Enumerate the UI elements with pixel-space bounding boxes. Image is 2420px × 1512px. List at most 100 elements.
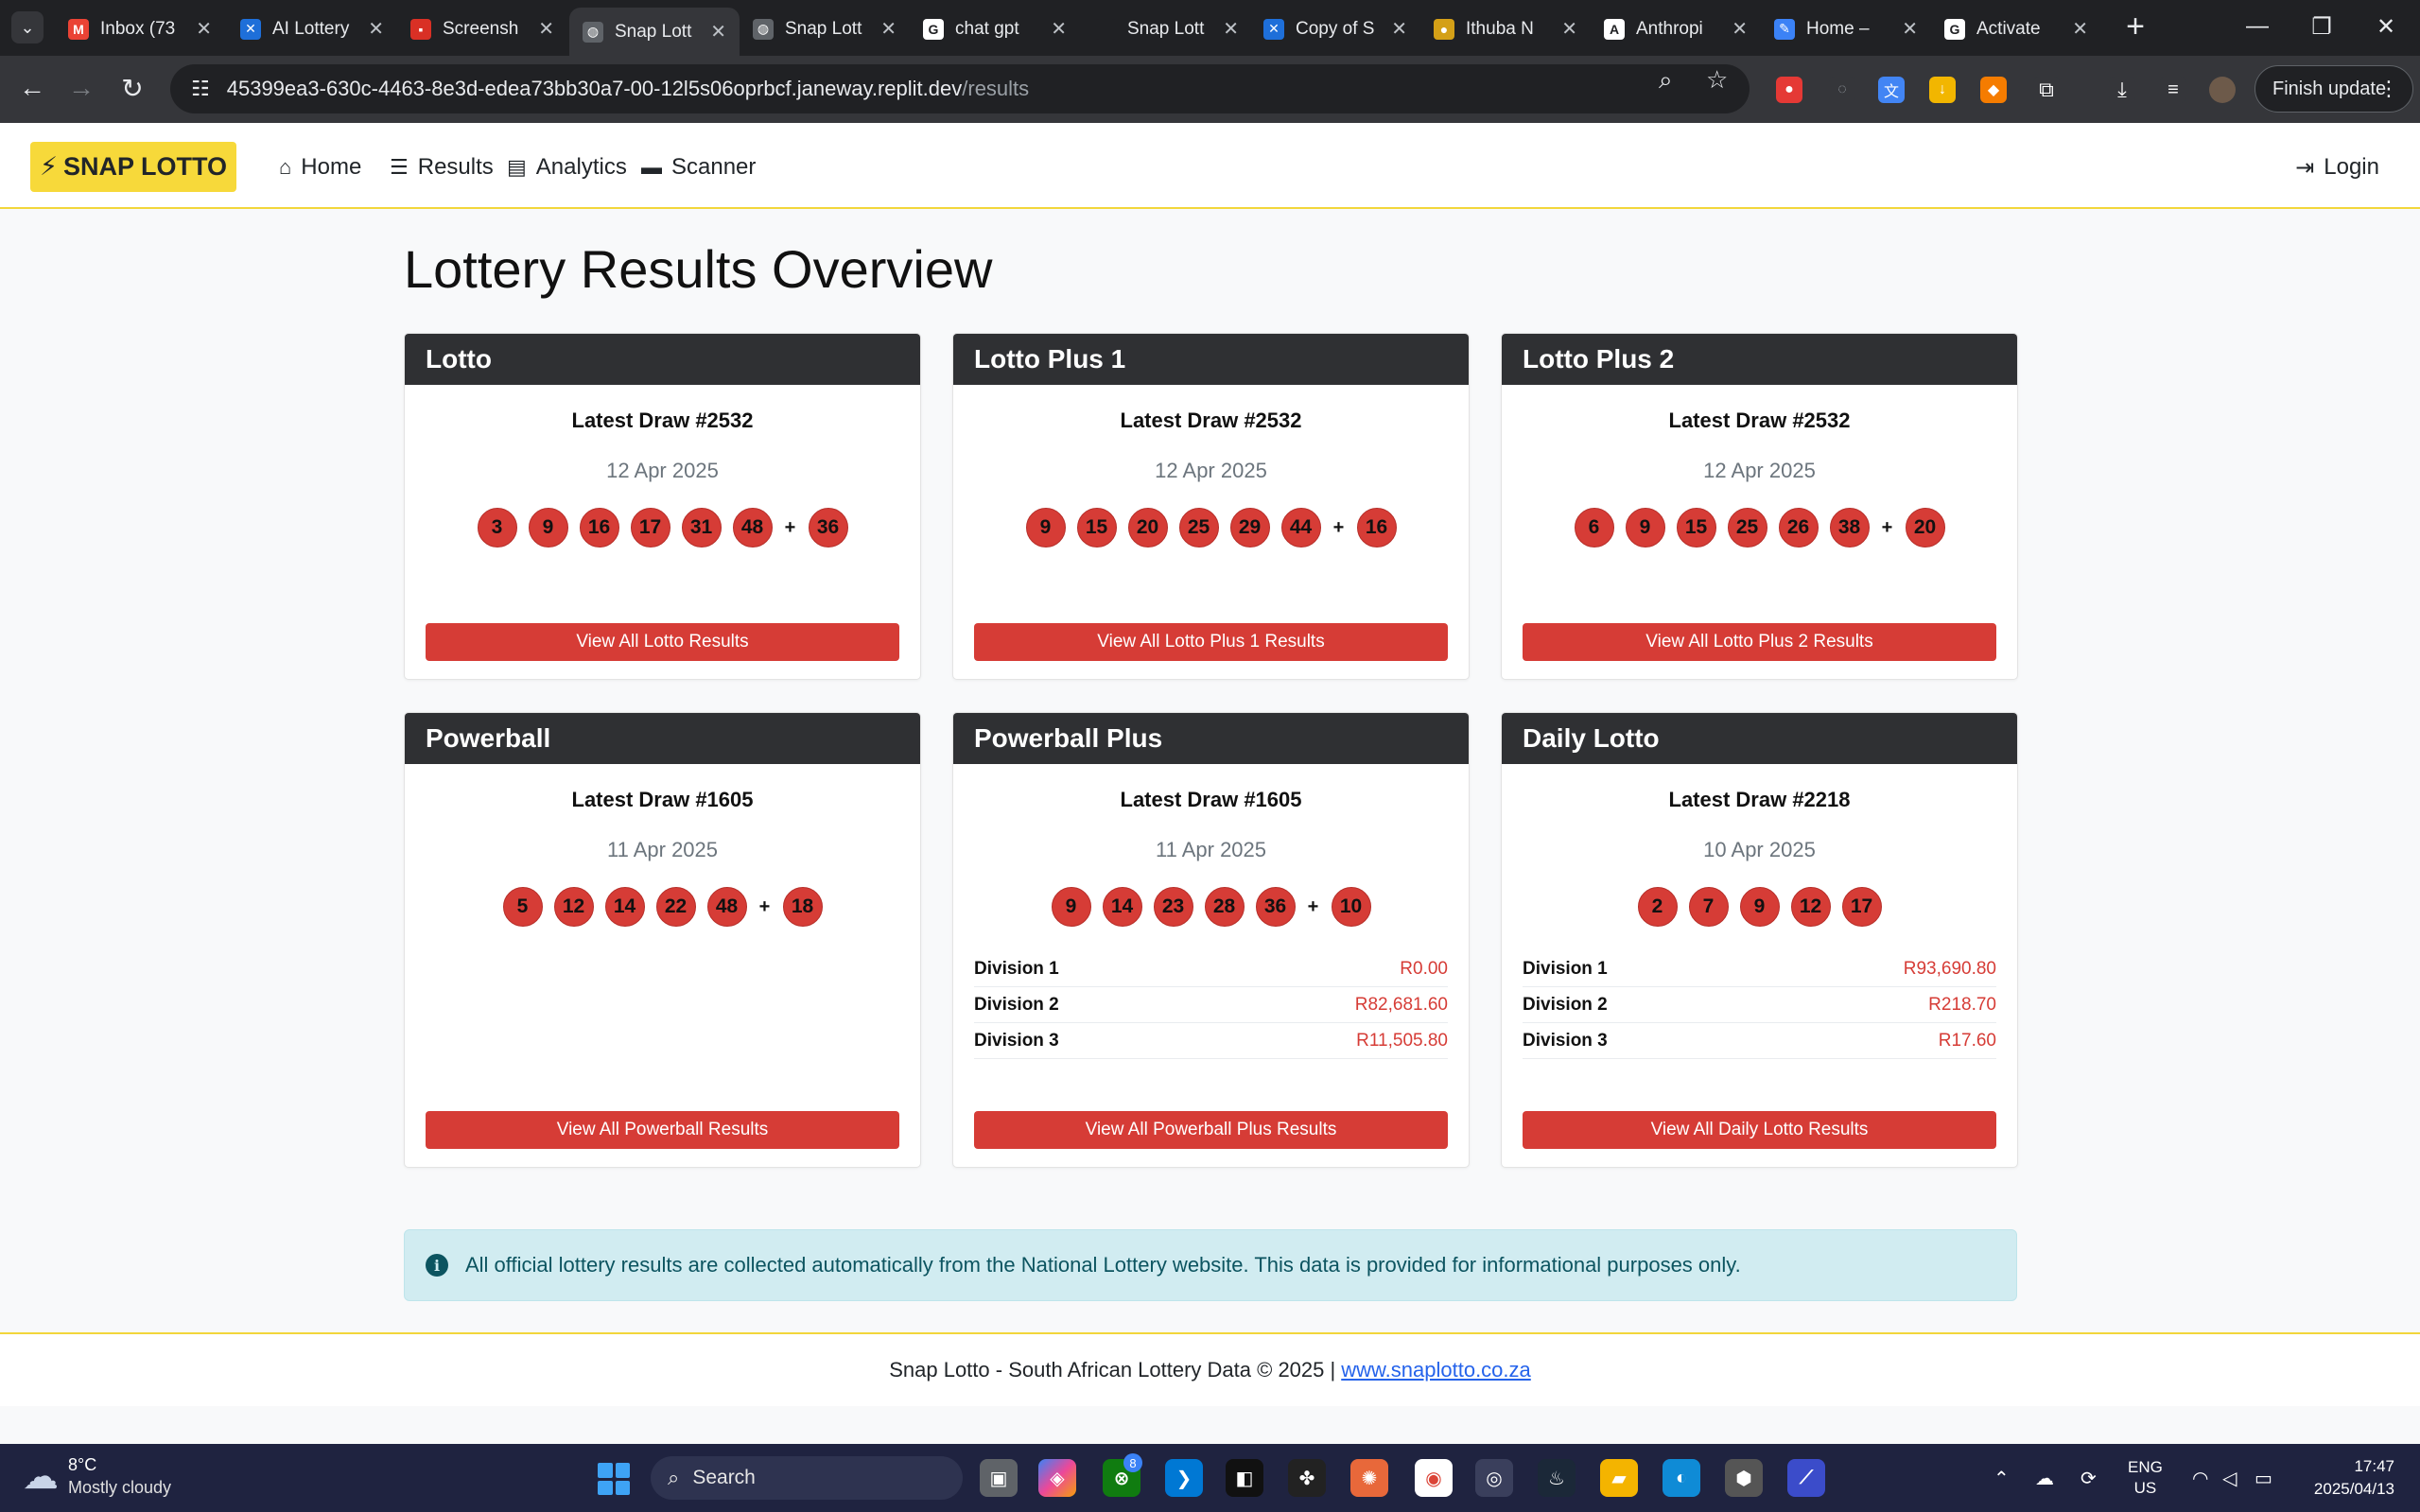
division-prize: R218.70 xyxy=(1928,994,1996,1015)
chrome-icon[interactable]: ◉ xyxy=(1415,1459,1453,1497)
wifi-icon[interactable]: ◠ xyxy=(2192,1467,2208,1490)
finish-update-button[interactable]: Finish update ⋮ xyxy=(2255,65,2413,113)
back-button[interactable]: ← xyxy=(13,69,51,107)
downloads-icon[interactable]: ⤓ xyxy=(2109,77,2135,103)
app-icon[interactable]: ◎ xyxy=(1475,1459,1513,1497)
extensions-puzzle-icon[interactable]: ⧉ xyxy=(2033,77,2060,103)
number-ball: 36 xyxy=(1255,887,1296,927)
taskbar-search[interactable]: ⌕ Search xyxy=(651,1456,963,1500)
brand-logo[interactable]: ⚡ SNAP LOTTO xyxy=(30,142,236,192)
browser-tab[interactable]: A Anthropi ✕ xyxy=(1591,8,1761,50)
edge-icon[interactable]: ◐ xyxy=(1663,1459,1700,1497)
draw-number: Latest Draw #2218 xyxy=(1668,788,1851,811)
screenshot-icon: ▪ xyxy=(410,18,431,40)
app-icon[interactable]: ✺ xyxy=(1350,1459,1388,1497)
chevron-up-icon[interactable]: ⌃ xyxy=(1993,1467,2010,1490)
extension-icon[interactable]: ◌ xyxy=(1829,77,1855,103)
steam-icon[interactable]: ♨ xyxy=(1538,1459,1576,1497)
browser-tab[interactable]: Snap Lott ✕ xyxy=(1082,8,1252,50)
profile-avatar[interactable] xyxy=(2209,77,2236,103)
browser-tab[interactable]: ◍ Snap Lott ✕ xyxy=(740,8,910,50)
view-all-results-button[interactable]: View All Lotto Plus 2 Results xyxy=(1523,623,1996,661)
view-all-results-button[interactable]: View All Powerball Results xyxy=(426,1111,899,1149)
weather-widget[interactable]: ☁ 8°C Mostly cloudy xyxy=(23,1453,171,1499)
task-view-icon[interactable]: ▣ xyxy=(980,1459,1018,1497)
vscode-icon[interactable]: ❯ xyxy=(1165,1459,1203,1497)
close-window-button[interactable]: ✕ xyxy=(2362,8,2410,45)
result-card: Daily Lotto Latest Draw #2218 10 Apr 2025 2… xyxy=(1501,712,2018,1168)
new-tab-button[interactable]: + xyxy=(2118,9,2152,44)
view-all-results-button[interactable]: View All Lotto Plus 1 Results xyxy=(974,623,1448,661)
number-ball: 9 xyxy=(1625,508,1665,547)
copilot-icon[interactable]: ◈ xyxy=(1038,1459,1076,1497)
number-ball: 23 xyxy=(1153,887,1193,927)
nav-home[interactable]: ⌂ Home xyxy=(279,148,361,186)
close-tab-icon[interactable]: ✕ xyxy=(1223,17,1239,41)
close-tab-icon[interactable]: ✕ xyxy=(1391,17,1407,41)
language-indicator[interactable]: ENG US xyxy=(2128,1457,2163,1499)
app-icon[interactable]: ✤ xyxy=(1288,1459,1326,1497)
browser-tab[interactable]: M Inbox (73 ✕ xyxy=(55,8,225,50)
globe-icon: ◍ xyxy=(583,21,603,43)
gmail-icon: M xyxy=(68,18,89,40)
footer-link[interactable]: www.snaplotto.co.za xyxy=(1341,1358,1531,1382)
browser-tab[interactable]: ✕ Copy of S ✕ xyxy=(1250,8,1420,50)
zoom-icon[interactable]: ⌕ xyxy=(1659,65,1673,96)
tab-title: Ithuba N xyxy=(1466,18,1534,39)
address-bar[interactable]: ☷ 45399ea3-630c-4463-8e3d-edea73bb30a7-0… xyxy=(170,64,1750,113)
draw-date: 12 Apr 2025 xyxy=(1703,459,1816,482)
close-tab-icon[interactable]: ✕ xyxy=(2072,17,2088,41)
browser-tab[interactable]: ● Ithuba N ✕ xyxy=(1420,8,1591,50)
close-tab-icon[interactable]: ✕ xyxy=(1051,17,1067,41)
close-tab-icon[interactable]: ✕ xyxy=(196,17,212,41)
start-button[interactable] xyxy=(598,1463,630,1495)
info-icon: i xyxy=(426,1254,448,1277)
extension-icon[interactable]: ● xyxy=(1776,77,1802,103)
volume-icon[interactable]: ◁ xyxy=(2222,1467,2237,1490)
close-tab-icon[interactable]: ✕ xyxy=(1561,17,1577,41)
minimize-button[interactable]: — xyxy=(2234,8,2281,45)
nav-results[interactable]: ☰ Results xyxy=(390,148,494,186)
browser-tab[interactable]: ▪ Screensh ✕ xyxy=(397,8,567,50)
browser-tab[interactable]: G Activate ✕ xyxy=(1931,8,2101,50)
clock[interactable]: 17:47 2025/04/13 xyxy=(2302,1455,2394,1501)
app-icon[interactable]: ◧ xyxy=(1226,1459,1263,1497)
fox-extension-icon[interactable]: ◆ xyxy=(1980,77,2007,103)
page-title: Lottery Results Overview xyxy=(404,239,993,299)
view-all-results-button[interactable]: View All Lotto Results xyxy=(426,623,899,661)
close-tab-icon[interactable]: ✕ xyxy=(1902,17,1918,41)
tab-search-button[interactable]: ⌄ xyxy=(11,11,44,43)
file-explorer-icon[interactable]: ▰ xyxy=(1600,1459,1638,1497)
media-control-icon[interactable]: ≡ xyxy=(2160,77,2186,103)
nav-analytics[interactable]: ▤ Analytics xyxy=(507,148,627,186)
browser-tab[interactable]: Gchat gpt ✕ xyxy=(910,8,1080,50)
close-tab-icon[interactable]: ✕ xyxy=(1732,17,1748,41)
translate-extension-icon[interactable]: 文 xyxy=(1878,77,1905,103)
division-prize: R0.00 xyxy=(1400,958,1448,979)
restore-button[interactable]: ❐ xyxy=(2298,8,2345,45)
sync-icon[interactable]: ⟳ xyxy=(2081,1467,2097,1490)
close-tab-icon[interactable]: ✕ xyxy=(368,17,384,41)
view-all-results-button[interactable]: View All Powerball Plus Results xyxy=(974,1111,1448,1149)
app-icon[interactable]: ⬢ xyxy=(1725,1459,1763,1497)
close-tab-icon[interactable]: ✕ xyxy=(710,20,726,43)
view-all-results-button[interactable]: View All Daily Lotto Results xyxy=(1523,1111,1996,1149)
reload-button[interactable]: ↻ xyxy=(113,69,151,107)
number-ball: 48 xyxy=(706,887,747,927)
number-ball: 9 xyxy=(1051,887,1091,927)
browser-tab[interactable]: ◍ Snap Lott ✕ xyxy=(569,8,740,56)
close-tab-icon[interactable]: ✕ xyxy=(880,17,897,41)
app-icon[interactable]: ⟋ xyxy=(1787,1459,1825,1497)
bookmark-star-icon[interactable]: ☆ xyxy=(1706,65,1728,95)
download-extension-icon[interactable]: ↓ xyxy=(1929,77,1956,103)
forward-button[interactable]: → xyxy=(62,69,100,107)
number-ball: 25 xyxy=(1727,508,1767,547)
battery-icon[interactable]: ▭ xyxy=(2255,1467,2272,1490)
site-info-icon[interactable]: ☷ xyxy=(191,77,210,101)
browser-tab[interactable]: ✕ AI Lottery ✕ xyxy=(227,8,397,50)
close-tab-icon[interactable]: ✕ xyxy=(538,17,554,41)
nav-scanner[interactable]: ▬ Scanner xyxy=(641,148,756,186)
browser-tab[interactable]: ✎ Home – ✕ xyxy=(1761,8,1931,50)
onedrive-icon[interactable]: ☁ xyxy=(2035,1467,2054,1490)
login-link[interactable]: ⇥ Login xyxy=(2295,148,2379,186)
